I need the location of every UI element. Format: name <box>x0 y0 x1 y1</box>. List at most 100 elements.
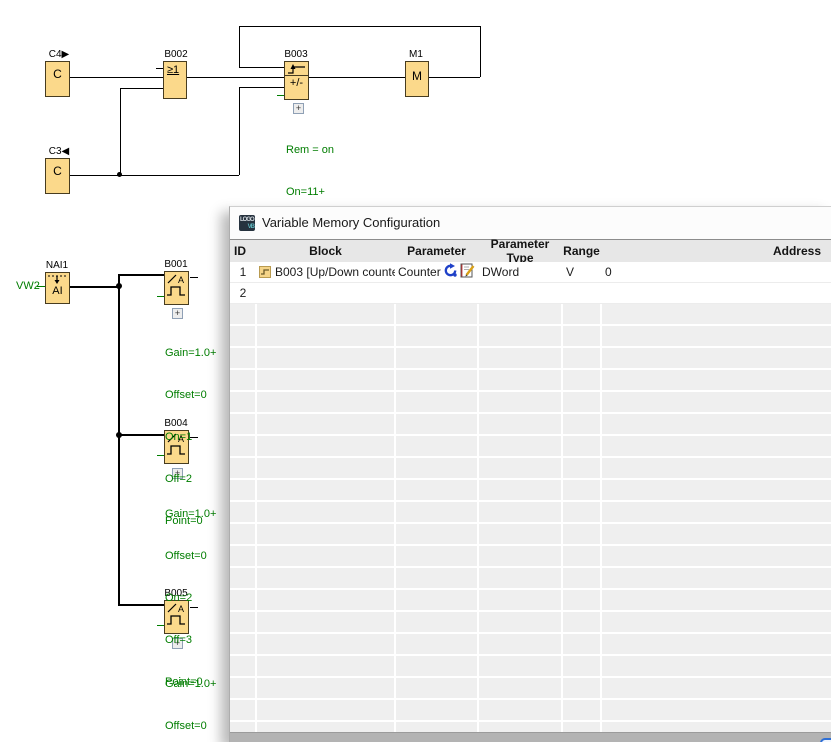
feedback-wire <box>239 26 481 27</box>
param-line: Offset=0 <box>165 549 216 563</box>
wire-segment <box>429 77 480 78</box>
dialog-bottom-bar <box>230 732 831 742</box>
junction-dot <box>117 172 122 177</box>
block-label-B002: B002 <box>154 49 198 60</box>
block-label-B001: B001 <box>154 259 198 270</box>
logo-icon-text: VB <box>248 224 254 230</box>
param-line: On=1 <box>165 430 216 444</box>
cell-id: 2 <box>230 286 256 300</box>
empty-grid-area <box>230 304 831 733</box>
cell-range: V <box>562 265 601 279</box>
logo-icon-text: LOGO <box>240 217 254 223</box>
svg-text:A: A <box>178 275 184 285</box>
count-up-icon <box>286 63 307 75</box>
param-line: Offset=0 <box>165 388 216 402</box>
wire-segment <box>239 67 284 68</box>
param-pin-stub <box>277 95 284 96</box>
cell-block: B003 [Up/Down counter] <box>256 265 395 279</box>
param-line: Offset=0 <box>165 719 216 733</box>
counter-symbol: C <box>46 164 69 178</box>
column-header-parameter[interactable]: Parameter <box>395 244 478 258</box>
table-body: 1 B003 [Up/Down counter] Counter DWord V… <box>230 262 831 733</box>
app-window: C4▶ B002 B003 M1 C3◀ NAI1 B001 B004 B005… <box>0 0 831 742</box>
analog-wire <box>118 434 164 436</box>
analog-wire <box>118 274 120 605</box>
cell-block-text: B003 [Up/Down counter] <box>275 265 395 279</box>
block-label-NAI1: NAI1 <box>35 260 79 271</box>
counter-symbol: C <box>46 67 69 81</box>
cell-parameter-type: DWord <box>478 265 562 279</box>
column-header-id[interactable]: ID <box>230 244 256 258</box>
analog-wire <box>70 286 119 288</box>
column-gridline <box>561 304 563 733</box>
param-line: On=2 <box>165 591 216 605</box>
table-header: ID Block Parameter Parameter Type Range … <box>230 239 831 262</box>
block-label-B003: B003 <box>274 49 318 60</box>
param-text-B005: Gain=1.0+ Offset=0 On=3 Off=4 Point=0 <box>165 649 216 742</box>
flag-symbol: M <box>406 69 428 83</box>
column-header-address[interactable]: Address <box>601 244 831 258</box>
cell-address: 0 <box>601 265 831 279</box>
table-row[interactable]: 1 B003 [Up/Down counter] Counter DWord V… <box>230 262 831 283</box>
column-header-block[interactable]: Block <box>256 244 395 258</box>
param-line: Gain=1.0+ <box>165 346 216 360</box>
analog-wire <box>118 604 164 606</box>
wire-segment <box>309 77 405 78</box>
block-C4[interactable]: C <box>45 61 70 97</box>
analog-threshold-icon: A <box>165 274 188 300</box>
column-header-range[interactable]: Range <box>562 244 601 258</box>
param-pin-stub <box>157 455 164 456</box>
param-line: On=11+ <box>286 185 334 199</box>
feedback-wire <box>239 26 240 67</box>
junction-dot <box>116 283 122 289</box>
column-gridline <box>255 304 257 733</box>
table-row[interactable]: 2 <box>230 283 831 304</box>
param-pin-stub <box>157 625 164 626</box>
analog-input-symbol: AI <box>46 285 69 297</box>
wire-segment <box>70 77 163 78</box>
junction-dot <box>116 432 122 438</box>
update-reference-icon[interactable] <box>443 263 458 281</box>
expand-params-button[interactable]: + <box>293 103 304 114</box>
dialog-title: Variable Memory Configuration <box>262 215 440 230</box>
feedback-wire <box>480 26 481 77</box>
param-line: Rem = on <box>286 143 334 157</box>
block-B003[interactable]: +/- <box>284 61 309 100</box>
column-gridline <box>477 304 479 733</box>
block-label-C3: C3◀ <box>37 146 81 157</box>
or-gate-symbol: ≥1 <box>167 64 179 76</box>
wire-segment <box>239 87 240 175</box>
updown-symbol: +/- <box>285 77 308 89</box>
column-header-parameter-type[interactable]: Parameter Type <box>478 237 562 265</box>
logo-app-icon: LOGO VB <box>239 215 255 231</box>
network-input-icon <box>47 274 68 285</box>
block-B001[interactable]: A <box>164 271 189 305</box>
wire-segment <box>70 175 239 176</box>
output-stub <box>190 277 198 278</box>
network-source-label: VW2 <box>16 280 40 292</box>
param-line: Off=3 <box>165 633 216 647</box>
input-stub <box>156 68 163 69</box>
block-NAI1[interactable]: AI <box>45 272 70 304</box>
wire-segment <box>120 88 121 175</box>
cell-parameter-text: Counter <box>398 265 441 279</box>
analog-wire <box>118 274 164 276</box>
edit-parameter-icon[interactable] <box>460 263 475 281</box>
block-label-C4: C4▶ <box>37 49 81 60</box>
cell-id: 1 <box>230 265 256 279</box>
focused-button-fragment[interactable] <box>820 738 831 742</box>
column-gridline <box>394 304 396 733</box>
block-mini-icon <box>259 266 271 278</box>
block-C3[interactable]: C <box>45 158 70 194</box>
column-gridline <box>600 304 602 733</box>
param-line: Gain=1.0+ <box>165 507 216 521</box>
dialog-titlebar[interactable]: LOGO VB Variable Memory Configuration <box>230 207 831 239</box>
wire-segment <box>187 77 284 78</box>
block-B002[interactable]: ≥1 <box>163 61 187 99</box>
wire-segment <box>239 87 284 88</box>
param-pin-stub <box>157 296 164 297</box>
block-M1[interactable]: M <box>405 61 429 97</box>
cell-parameter: Counter <box>395 263 478 281</box>
block-divider <box>285 75 308 76</box>
variable-memory-configuration-dialog: LOGO VB Variable Memory Configuration ID… <box>229 206 831 742</box>
